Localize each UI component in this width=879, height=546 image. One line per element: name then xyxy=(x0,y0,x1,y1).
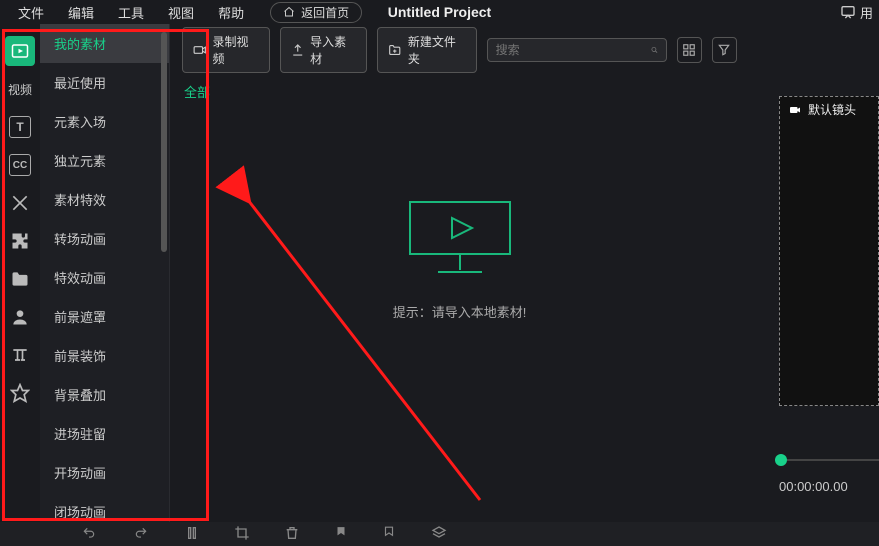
bb-layers[interactable] xyxy=(430,525,448,544)
monitor-play-icon xyxy=(400,194,520,284)
preview-panel: 默认镜头 00:00:00.00 xyxy=(769,24,879,522)
cat-item-standalone[interactable]: 独立元素 xyxy=(40,141,169,180)
rail-media[interactable] xyxy=(5,36,35,66)
timeline-playhead[interactable] xyxy=(775,454,787,466)
chat-icon[interactable] xyxy=(840,4,856,20)
project-title: Untitled Project xyxy=(388,4,491,20)
cat-item-fx-anim[interactable]: 特效动画 xyxy=(40,258,169,297)
category-list[interactable]: 我的素材 最近使用 元素入场 独立元素 素材特效 转场动画 特效动画 前景遮罩 … xyxy=(40,24,169,522)
camera-icon xyxy=(788,104,802,116)
rail-plugins[interactable] xyxy=(5,226,35,256)
menu-help[interactable]: 帮助 xyxy=(206,3,256,22)
new-folder-button[interactable]: 新建文件夹 xyxy=(377,27,476,73)
cat-item-stay[interactable]: 进场驻留 xyxy=(40,414,169,453)
home-button-label: 返回首页 xyxy=(301,4,349,21)
bb-crop[interactable] xyxy=(234,525,250,544)
cat-item-my-materials[interactable]: 我的素材 xyxy=(40,24,169,63)
text-icon: T xyxy=(9,116,31,138)
camera-label-text: 默认镜头 xyxy=(808,101,856,118)
import-button[interactable]: 导入素材 xyxy=(280,27,368,73)
record-button[interactable]: 录制视频 xyxy=(182,27,270,73)
rail-user[interactable] xyxy=(5,302,35,332)
upload-icon xyxy=(291,43,304,57)
rail-typography[interactable] xyxy=(5,340,35,370)
camera-label: 默认镜头 xyxy=(788,101,856,118)
bb-cut[interactable] xyxy=(184,525,200,544)
filter-row: 全部 xyxy=(170,76,749,107)
grid-view-button[interactable] xyxy=(677,37,702,63)
cat-item-bg-overlay[interactable]: 背景叠加 xyxy=(40,375,169,414)
content-area: 录制视频 导入素材 新建文件夹 全部 提示：请导入本地素材! xyxy=(170,24,749,522)
bb-delete[interactable] xyxy=(284,525,300,544)
category-scrollbar[interactable] xyxy=(161,32,167,252)
funnel-icon xyxy=(717,43,731,57)
rail-folder[interactable] xyxy=(5,264,35,294)
cat-item-enter[interactable]: 元素入场 xyxy=(40,102,169,141)
category-panel: 我的素材 最近使用 元素入场 独立元素 素材特效 转场动画 特效动画 前景遮罩 … xyxy=(40,24,170,522)
cat-item-fg-mask[interactable]: 前景遮罩 xyxy=(40,297,169,336)
cc-icon: CC xyxy=(9,154,31,176)
star-icon xyxy=(10,383,30,403)
cat-item-close-anim[interactable]: 闭场动画 xyxy=(40,492,169,522)
timecode: 00:00:00.00 xyxy=(779,479,848,494)
home-button[interactable]: 返回首页 xyxy=(270,2,362,23)
timeline-track[interactable] xyxy=(787,459,879,461)
bb-marker2[interactable] xyxy=(382,525,396,544)
menu-file[interactable]: 文件 xyxy=(6,3,56,22)
preview-viewport[interactable]: 默认镜头 xyxy=(779,96,879,406)
folder-plus-icon xyxy=(388,43,401,57)
menu-bar: 文件 编辑 工具 视图 帮助 返回首页 Untitled Project 用 xyxy=(0,0,879,24)
import-label: 导入素材 xyxy=(310,33,356,67)
grid-icon xyxy=(682,43,696,57)
record-icon xyxy=(193,43,206,57)
rail-text[interactable]: T xyxy=(5,112,35,142)
menu-tools[interactable]: 工具 xyxy=(106,3,156,22)
empty-state: 提示：请导入本地素材! xyxy=(170,134,749,522)
folder-icon xyxy=(10,269,30,289)
puzzle-icon xyxy=(10,231,30,251)
left-rail: 视频 T CC xyxy=(0,24,40,546)
home-icon xyxy=(283,6,295,18)
content-toolbar: 录制视频 导入素材 新建文件夹 xyxy=(170,24,749,76)
search-icon[interactable] xyxy=(651,43,658,57)
media-icon xyxy=(11,42,29,60)
cat-item-transition[interactable]: 转场动画 xyxy=(40,219,169,258)
typography-icon xyxy=(10,345,30,365)
bb-redo[interactable] xyxy=(132,526,150,543)
bottom-bar xyxy=(0,522,879,546)
user-icon xyxy=(10,307,30,327)
top-right-label[interactable]: 用 xyxy=(860,3,873,22)
cat-item-open-anim[interactable]: 开场动画 xyxy=(40,453,169,492)
filter-button[interactable] xyxy=(712,37,737,63)
cat-item-recent[interactable]: 最近使用 xyxy=(40,63,169,102)
cat-item-fg-deco[interactable]: 前景装饰 xyxy=(40,336,169,375)
menu-view[interactable]: 视图 xyxy=(156,3,206,22)
cat-item-material-fx[interactable]: 素材特效 xyxy=(40,180,169,219)
rail-video[interactable]: 视频 xyxy=(3,74,37,104)
menubar-right: 用 xyxy=(840,3,873,22)
filter-all[interactable]: 全部 xyxy=(184,85,210,100)
bb-undo[interactable] xyxy=(80,526,98,543)
bb-marker1[interactable] xyxy=(334,525,348,544)
menu-edit[interactable]: 编辑 xyxy=(56,3,106,22)
search-input[interactable] xyxy=(496,43,651,57)
new-folder-label: 新建文件夹 xyxy=(408,33,466,67)
rail-cc[interactable]: CC xyxy=(5,150,35,180)
search-box[interactable] xyxy=(487,38,667,62)
rail-effects[interactable] xyxy=(5,188,35,218)
effects-icon xyxy=(10,193,30,213)
empty-hint: 提示：请导入本地素材! xyxy=(393,302,527,321)
rail-star[interactable] xyxy=(5,378,35,408)
record-label: 录制视频 xyxy=(212,33,258,67)
